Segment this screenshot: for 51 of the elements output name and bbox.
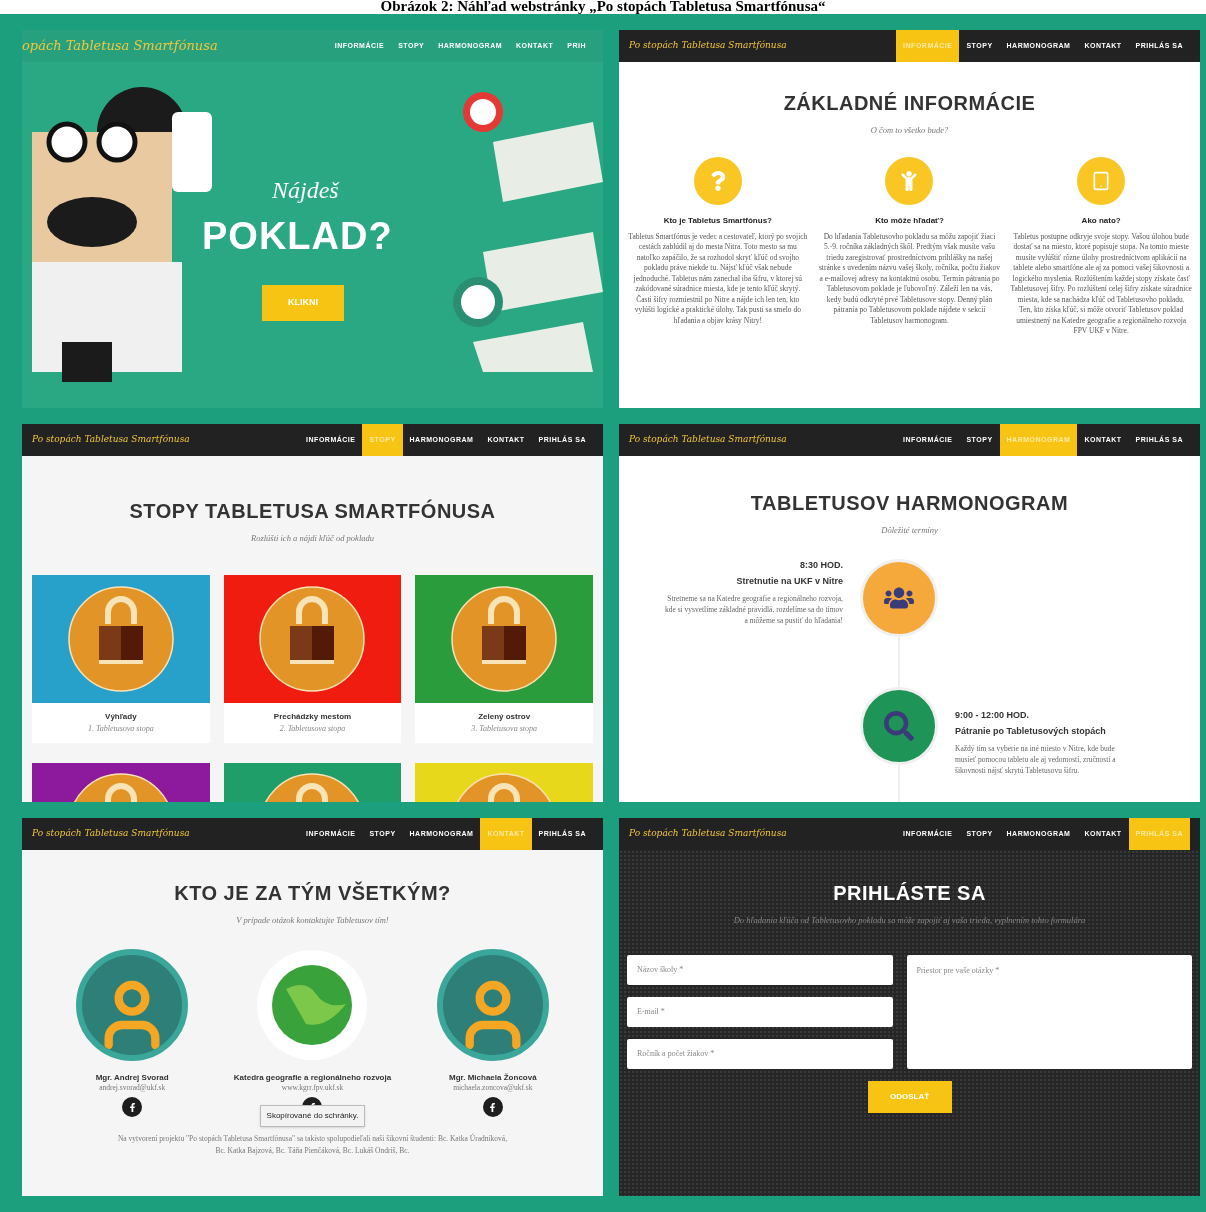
tablet-icon xyxy=(1091,170,1112,191)
site-logo[interactable]: Po stopách Tabletusa Smartfónusa xyxy=(32,827,190,841)
track-title: Výhľady xyxy=(105,710,137,723)
facebook-button[interactable] xyxy=(122,1097,143,1117)
event-time: 8:30 HOD. xyxy=(800,558,843,572)
contact-name: Katedra geografie a regionálneho rozvoja xyxy=(233,1072,392,1082)
site-logo[interactable]: Po stopách Tabletusa Smartfónusa xyxy=(32,433,190,447)
section-title: KTO JE ZA TÝM VŠETKÝM? xyxy=(174,880,451,906)
contact-name: Mgr. Michaela Žoncová xyxy=(449,1072,537,1082)
form-input-field[interactable]: E-mail * xyxy=(627,996,893,1027)
padlock-icon xyxy=(67,585,174,692)
contact-name: Mgr. Andrej Svorad xyxy=(95,1072,169,1082)
feature-title: Kto môže hľadať? xyxy=(875,214,944,227)
section-title: ZÁKLADNÉ INFORMÁCIE xyxy=(783,91,1036,116)
event-title: Stretnutie na UKF v Nitre xyxy=(736,575,843,589)
site-logo[interactable]: Po stopách Tabletusa Smartfónusa xyxy=(629,827,787,841)
section-subtitle: Dôležité termíny xyxy=(881,524,938,537)
hero-headline: POKLAD? xyxy=(202,214,393,259)
section-subtitle: Rozlúšti ich a nájdi kľúč od pokladu xyxy=(251,532,374,545)
section-title: TABLETUSOV HARMONOGRAM xyxy=(750,491,1069,516)
feature-title: Kto je Tabletus Smartfónus? xyxy=(663,214,772,227)
track-subtitle: 1. Tabletusova stopa xyxy=(87,722,154,735)
feature-title: Ako nato? xyxy=(1081,214,1121,227)
section-subtitle: O čom to všetko bude? xyxy=(870,124,949,137)
questions-textarea[interactable]: Priestor pre vaše otázky * xyxy=(906,954,1192,1069)
site-logo[interactable]: Po stopách Tabletusa Smartfónusa xyxy=(629,433,787,447)
figure-caption: Obrázok 2: Náhľad webstránky „Po stopách Tabletusa Smartfónusa“ xyxy=(380,0,826,14)
event-title: Pátranie po Tabletusových stopách xyxy=(955,725,1106,739)
form-input-field[interactable]: Ročník a počet žiakov * xyxy=(627,1038,893,1069)
track-subtitle: 3. Tabletusova stopa xyxy=(471,722,537,735)
event-time: 9:00 - 12:00 HOD. xyxy=(955,708,1030,722)
section-subtitle: V prípade otázok kontaktujte Tabletusov tím! xyxy=(236,914,389,927)
track-card-image[interactable] xyxy=(32,574,210,703)
track-title: Prechádzky mestom xyxy=(273,710,352,723)
padlock-icon xyxy=(259,585,366,692)
section-title: STOPY TABLETUSA SMARTFÓNUSA xyxy=(129,498,496,524)
form-input-field[interactable]: Názov školy * xyxy=(627,954,893,985)
magnifier-icon xyxy=(884,710,914,741)
padlock-icon xyxy=(451,585,558,692)
section-subtitle: Do hľadania kľúča od Tabletusovho pokladu sa môže zapojiť aj vaša trieda, vyplnením tohto formulára xyxy=(733,914,1086,927)
section-title: PRIHLÁSTE SA xyxy=(833,881,986,906)
track-title: Zelený ostrov xyxy=(478,710,531,723)
site-logo[interactable]: Po stopách Tabletusa Smartfónusa xyxy=(629,39,787,53)
facebook-icon xyxy=(488,1102,498,1112)
facebook-button[interactable] xyxy=(482,1097,503,1117)
facebook-icon xyxy=(127,1102,137,1112)
track-subtitle: 2. Tabletusova stopa xyxy=(279,722,346,735)
track-card-image[interactable] xyxy=(223,574,402,703)
copied-toast: Skopírované do schránky. xyxy=(259,1105,366,1127)
hero-tagline: Nájdeš xyxy=(272,176,339,205)
track-card-image[interactable] xyxy=(415,574,593,703)
